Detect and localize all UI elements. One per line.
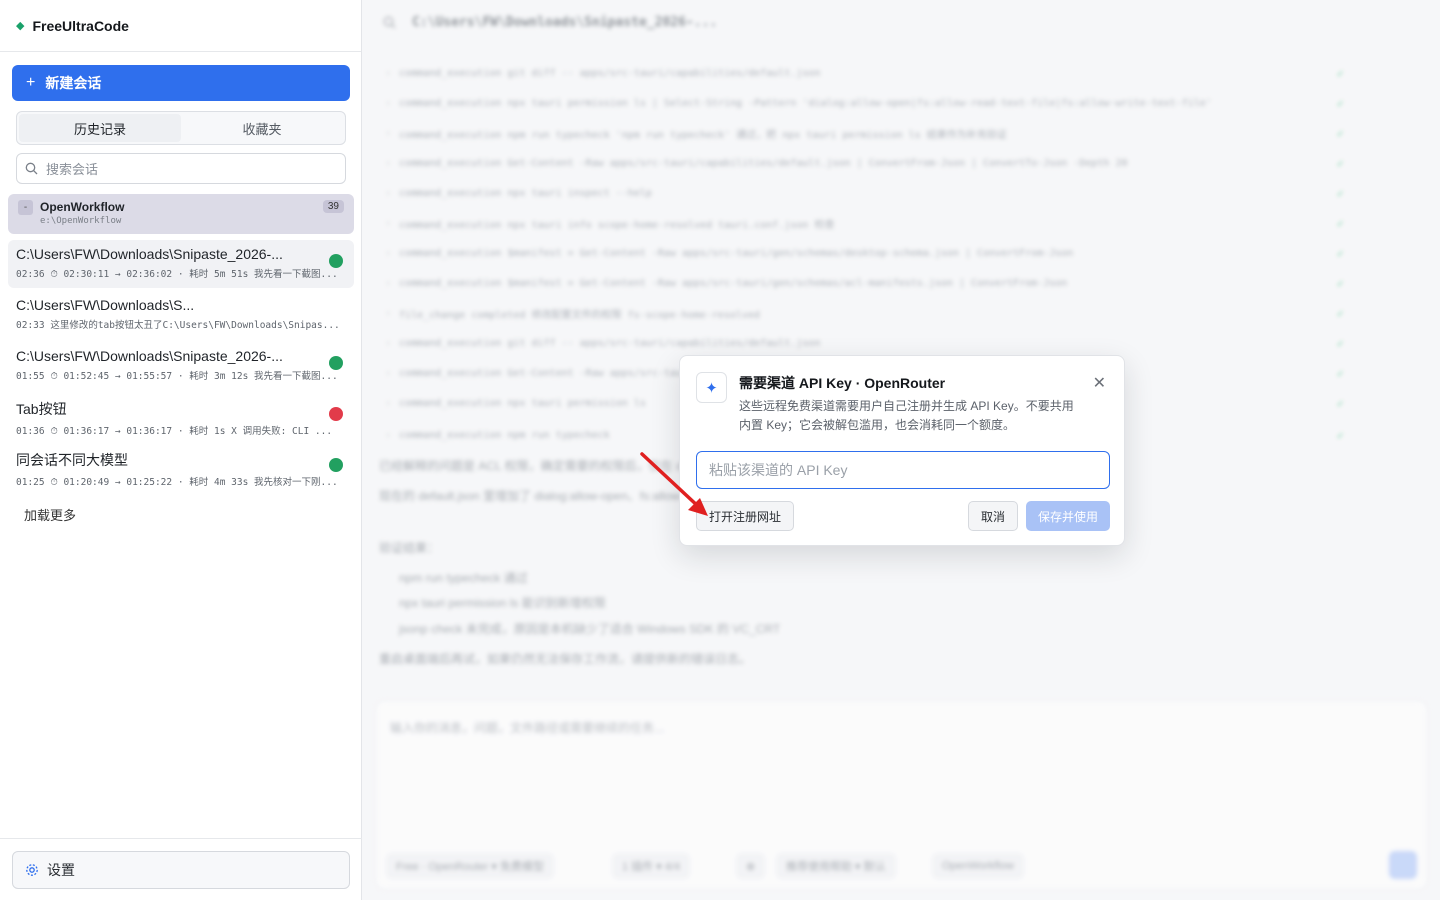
session-meta: 01:25 ⏱ 01:20:49 → 01:25:22 · 耗时 4m 33s … <box>16 477 338 488</box>
brand-diamond-icon: ◆ <box>16 20 25 32</box>
search-icon <box>25 162 38 175</box>
search-placeholder: 搜索会话 <box>46 162 99 177</box>
group-name: OpenWorkflow <box>40 200 125 214</box>
new-chat-label: 新建会话 <box>45 75 102 91</box>
brand-header: ◆ FreeUltraCode <box>0 0 361 52</box>
session-meta: 02:36 ⏱ 02:30:11 → 02:36:02 · 耗时 5m 51s … <box>16 269 338 280</box>
session-item[interactable]: 同会话不同大模型 01:25 ⏱ 01:20:49 → 01:25:22 · 耗… <box>8 444 354 492</box>
cancel-button[interactable]: 取消 <box>968 501 1018 531</box>
group-count-badge: 39 <box>322 200 344 213</box>
status-dot-success <box>329 458 343 472</box>
api-key-input[interactable] <box>696 451 1110 489</box>
session-meta: 02:33 这里修改的tab按钮太丑了C:\Users\FW\Downloads… <box>16 320 340 331</box>
sidebar: ◆ FreeUltraCode + 新建会话 历史记录 收藏夹 搜索会话 - O… <box>0 0 362 900</box>
plus-icon: + <box>26 74 36 91</box>
settings-footer: 设置 <box>0 838 362 900</box>
session-title: 同会话不同大模型 <box>16 452 128 468</box>
dialog-description: 这些远程免费渠道需要用户自己注册并生成 API Key。不要共用内置 Key；它… <box>739 399 1074 432</box>
session-title: C:\Users\FW\Downloads\S... <box>16 297 195 313</box>
close-icon[interactable]: ✕ <box>1093 376 1106 392</box>
session-item[interactable]: C:\Users\FW\Downloads\Snipaste_2026-... … <box>8 342 354 390</box>
project-group-openworkflow[interactable]: - OpenWorkflow e:\OpenWorkflow 39 <box>8 194 354 234</box>
status-dot-error <box>329 407 343 421</box>
session-title: C:\Users\FW\Downloads\Snipaste_2026-... <box>16 348 283 364</box>
group-path: e:\OpenWorkflow <box>40 216 122 226</box>
annotation-arrow <box>640 452 708 516</box>
sidebar-tabs: 历史记录 收藏夹 <box>16 111 346 145</box>
app-name: FreeUltraCode <box>32 17 129 34</box>
session-meta: 01:55 ⏱ 01:52:45 → 01:55:57 · 耗时 3m 12s … <box>16 371 338 382</box>
session-title: Tab按钮 <box>16 401 67 417</box>
tab-favorites[interactable]: 收藏夹 <box>181 114 343 142</box>
tab-history[interactable]: 历史记录 <box>19 114 181 142</box>
session-item[interactable]: C:\Users\FW\Downloads\S... 02:33 这里修改的ta… <box>8 291 354 339</box>
status-dot-success <box>329 356 343 370</box>
collapse-toggle-icon[interactable]: - <box>18 200 33 215</box>
session-item[interactable]: Tab按钮 01:36 ⏱ 01:36:17 → 01:36:17 · 耗时 1… <box>8 393 354 441</box>
session-title: C:\Users\FW\Downloads\Snipaste_2026-... <box>16 246 283 262</box>
save-and-use-button[interactable]: 保存并使用 <box>1026 501 1110 531</box>
status-dot-success <box>329 254 343 268</box>
sparkle-icon: ✦ <box>696 372 727 403</box>
gear-icon <box>26 864 38 876</box>
session-meta: 01:36 ⏱ 01:36:17 → 01:36:17 · 耗时 1s X 调用… <box>16 426 333 437</box>
settings-button[interactable]: 设置 <box>12 851 350 889</box>
settings-label: 设置 <box>47 862 75 878</box>
session-item[interactable]: C:\Users\FW\Downloads\Snipaste_2026-... … <box>8 240 354 288</box>
search-input[interactable]: 搜索会话 <box>16 153 346 184</box>
api-key-dialog: ✦ 需要渠道 API Key · OpenRouter 这些远程免费渠道需要用户… <box>679 355 1125 546</box>
dialog-title: 需要渠道 API Key · OpenRouter <box>739 375 946 391</box>
new-chat-button[interactable]: + 新建会话 <box>12 65 350 101</box>
load-more-link[interactable]: 加载更多 <box>24 505 76 524</box>
